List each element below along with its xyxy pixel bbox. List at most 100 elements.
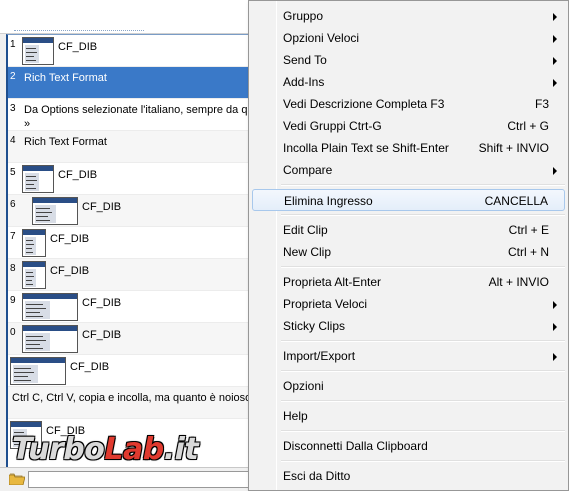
- clip-text: Rich Text Format: [24, 136, 107, 148]
- menu-item-shortcut: Ctrl + G: [507, 119, 549, 133]
- clip-row[interactable]: 1 CF_DIB: [8, 35, 262, 67]
- clip-text: Da Options selezionate l'italiano, sempr…: [24, 104, 254, 116]
- menu-item-add-ins[interactable]: Add-Ins: [252, 71, 565, 93]
- clip-row[interactable]: 7 CF_DIB: [8, 227, 262, 259]
- menu-item-label: Proprieta Veloci: [283, 297, 368, 311]
- clip-list[interactable]: 1 CF_DIB 2 Rich Text Format 3 Da Options sele…: [6, 34, 262, 467]
- clip-number: 4: [10, 135, 16, 146]
- clip-row[interactable]: CF_DIB: [8, 355, 262, 387]
- menu-item-label: Vedi Gruppi Ctrt-G: [283, 119, 382, 133]
- clip-format-label: CF_DIB: [82, 329, 122, 341]
- menu-separator: [281, 340, 565, 342]
- submenu-arrow-icon: [553, 301, 557, 309]
- menu-item-shortcut: CANCELLA: [484, 194, 548, 208]
- clip-thumbnail-image: [32, 197, 78, 225]
- clip-text: Rich Text Format: [24, 72, 107, 84]
- clip-format-label: CF_DIB: [50, 233, 90, 245]
- clip-number: 6: [10, 199, 16, 210]
- menu-item-shortcut: Ctrl + N: [507, 245, 549, 259]
- menu-separator: [281, 370, 565, 372]
- menu-item-shortcut: Alt + INVIO: [488, 275, 549, 289]
- clip-thumbnail-image: [22, 229, 46, 257]
- clip-row[interactable]: 0 CF_DIB: [8, 323, 262, 355]
- submenu-arrow-icon: [553, 13, 557, 21]
- menu-item-shortcut: Ctrl + E: [508, 223, 549, 237]
- menu-item-label: New Clip: [283, 245, 332, 259]
- menu-separator: [281, 266, 565, 268]
- watermark-part1: Turbo: [12, 432, 105, 467]
- submenu-arrow-icon: [553, 57, 557, 65]
- menu-item-esci-da-ditto[interactable]: Esci da Ditto: [252, 465, 565, 487]
- menu-item-label: Vedi Descrizione Completa F3: [283, 97, 445, 111]
- menu-item-gruppo[interactable]: Gruppo: [252, 5, 565, 27]
- clip-thumbnail-image: [22, 325, 78, 353]
- menu-item-shortcut: Shift + INVIO: [478, 141, 549, 155]
- clip-text: Ctrl C, Ctrl V, copia e incolla, ma quan…: [12, 392, 252, 404]
- clip-format-label: CF_DIB: [70, 361, 110, 373]
- menu-separator: [281, 214, 565, 216]
- menu-item-label: Send To: [283, 53, 327, 67]
- menu-item-shortcut: F3: [534, 97, 549, 111]
- clip-row[interactable]: 9 CF_DIB: [8, 291, 262, 323]
- clip-row[interactable]: 3 Da Options selezionate l'italiano, semp…: [8, 99, 262, 131]
- menu-item-label: Sticky Clips: [283, 319, 346, 333]
- menu-item-label: Opzioni Veloci: [283, 31, 360, 45]
- submenu-arrow-icon: [553, 323, 557, 331]
- menu-item-label: Help: [283, 409, 308, 423]
- clip-bottom-bar: [0, 467, 262, 491]
- menu-separator: [281, 430, 565, 432]
- clip-number: 7: [10, 231, 16, 242]
- menu-item-label: Proprieta Alt-Enter: [283, 275, 382, 289]
- clip-number: 1: [10, 39, 16, 50]
- menu-item-opzioni-veloci[interactable]: Opzioni Veloci: [252, 27, 565, 49]
- menu-item-label: Disconnetti Dalla Clipboard: [283, 439, 428, 453]
- menu-item-compare[interactable]: Compare: [252, 159, 565, 181]
- clip-row[interactable]: 4 Rich Text Format: [8, 131, 262, 163]
- clip-format-label: CF_DIB: [82, 201, 122, 213]
- clip-row[interactable]: 8 CF_DIB: [8, 259, 262, 291]
- menu-item-sticky-clips[interactable]: Sticky Clips: [252, 315, 565, 337]
- menu-item-label: Edit Clip: [283, 223, 328, 237]
- context-menu: Gruppo Opzioni Veloci Send To Add-Ins Vedi D…: [248, 0, 569, 491]
- menu-item-opzioni[interactable]: Opzioni: [252, 375, 565, 397]
- menu-item-label: Import/Export: [283, 349, 356, 363]
- clip-format-label: CF_DIB: [58, 169, 98, 181]
- menu-item-edit-clip[interactable]: Edit Clip Ctrl + E: [252, 219, 565, 241]
- menu-item-proprieta-alt-enter[interactable]: Proprieta Alt-Enter Alt + INVIO: [252, 271, 565, 293]
- clip-thumbnail-image: [22, 261, 46, 289]
- clip-row[interactable]: 5 CF_DIB: [8, 163, 262, 195]
- clip-format-label: CF_DIB: [58, 41, 98, 53]
- watermark-part2: Lab: [104, 432, 164, 467]
- submenu-arrow-icon: [553, 79, 557, 87]
- window-top-strip: [0, 0, 262, 34]
- menu-item-disconnetti-dalla-clipboard[interactable]: Disconnetti Dalla Clipboard: [252, 435, 565, 457]
- clip-thumbnail-image: [22, 293, 78, 321]
- clip-row[interactable]: 2 Rich Text Format: [8, 67, 262, 99]
- menu-item-elimina-ingresso[interactable]: Elimina Ingresso CANCELLA: [252, 189, 565, 211]
- menu-item-import-export[interactable]: Import/Export: [252, 345, 565, 367]
- menu-separator: [281, 460, 565, 462]
- dotted-line: [14, 30, 144, 32]
- menu-item-help[interactable]: Help: [252, 405, 565, 427]
- menu-item-label: Elimina Ingresso: [284, 194, 373, 208]
- menu-item-incolla-plain-text-se-shift-enter[interactable]: Incolla Plain Text se Shift-Enter Shift +…: [252, 137, 565, 159]
- clip-thumbnail-image: [10, 357, 66, 385]
- watermark-part3: .it: [163, 432, 199, 467]
- menu-item-label: Add-Ins: [283, 75, 325, 89]
- clip-number: 9: [10, 295, 16, 306]
- clip-thumbnail-image: [22, 165, 54, 193]
- submenu-arrow-icon: [553, 167, 557, 175]
- clip-row[interactable]: Ctrl C, Ctrl V, copia e incolla, ma quan…: [8, 387, 262, 419]
- menu-item-new-clip[interactable]: New Clip Ctrl + N: [252, 241, 565, 263]
- turbolab-watermark: TurboLab.it: [12, 432, 199, 467]
- folder-icon[interactable]: [9, 473, 25, 485]
- menu-item-send-to[interactable]: Send To: [252, 49, 565, 71]
- clip-format-label: CF_DIB: [82, 297, 122, 309]
- menu-item-vedi-descrizione-completa-f3[interactable]: Vedi Descrizione Completa F3 F3: [252, 93, 565, 115]
- clip-row[interactable]: 6 CF_DIB: [8, 195, 262, 227]
- menu-item-label: Compare: [283, 163, 333, 177]
- clip-number: 5: [10, 167, 16, 178]
- search-input[interactable]: [28, 471, 254, 488]
- menu-item-vedi-gruppi-ctrt-g[interactable]: Vedi Gruppi Ctrt-G Ctrl + G: [252, 115, 565, 137]
- menu-item-proprieta-veloci[interactable]: Proprieta Veloci: [252, 293, 565, 315]
